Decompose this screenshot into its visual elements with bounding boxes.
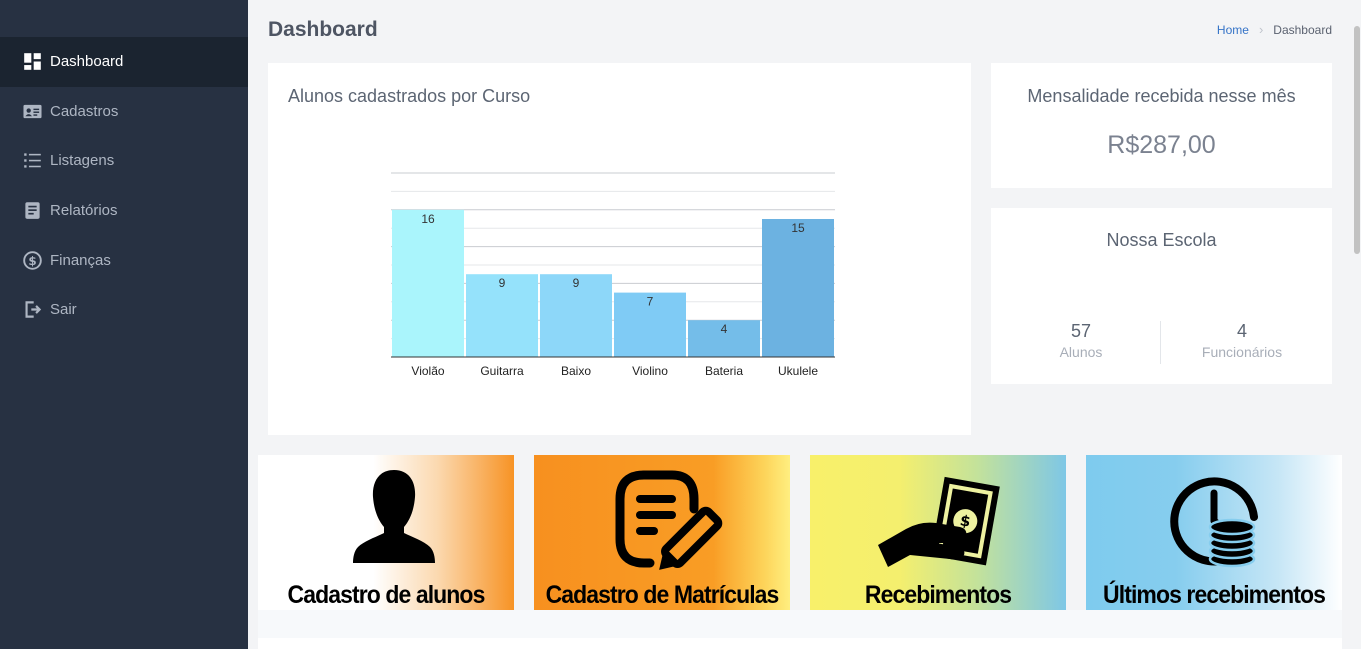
sign-out-icon [23, 300, 42, 319]
x-tick-label: Baixo [561, 364, 591, 378]
hand-money-icon: $ [878, 476, 1000, 567]
sidebar-item-label: Sair [50, 301, 77, 319]
tile-ultimos-recebimentos[interactable]: Últimos recebimentos [1086, 455, 1342, 610]
funcionarios-label: Funcionários [1201, 344, 1283, 360]
person-silhouette-icon [353, 470, 435, 563]
breadcrumb-home-link[interactable]: Home [1217, 23, 1249, 37]
mensalidade-card: Mensalidade recebida nesse mês R$287,00 [991, 63, 1332, 188]
x-tick-label: Bateria [705, 364, 743, 378]
stat-alunos: 57 Alunos [996, 321, 1166, 360]
x-tick-label: Guitarra [480, 364, 524, 378]
tile-label: Últimos recebimentos [1103, 581, 1326, 609]
tile-recebimentos[interactable]: $ Recebimentos [810, 455, 1066, 610]
x-tick-label: Violino [632, 364, 668, 378]
report-icon [23, 201, 42, 220]
sidebar-item-financas[interactable]: $ Finanças [0, 235, 248, 285]
scrollbar-thumb[interactable] [1354, 26, 1360, 254]
x-tick-label: Ukulele [778, 364, 818, 378]
breadcrumb: Home › Dashboard [1217, 22, 1332, 37]
id-card-icon [23, 102, 42, 121]
sidebar-nav: Dashboard Cadastros Listagens Relatórios… [0, 37, 248, 335]
escola-card: Nossa Escola 57 Alunos 4 Funcionários [991, 208, 1332, 384]
breadcrumb-current: Dashboard [1273, 22, 1332, 37]
data-label: 15 [791, 221, 805, 235]
chart-card: Alunos cadastrados por Curso 16 Violão 9 Gu… [268, 63, 971, 435]
funcionarios-count: 4 [1236, 321, 1247, 341]
sidebar-item-listagens[interactable]: Listagens [0, 136, 248, 186]
alunos-count: 57 [1070, 321, 1092, 341]
sidebar-item-sair[interactable]: Sair [0, 285, 248, 335]
data-label: 9 [573, 276, 580, 290]
tile-cadastro-matriculas[interactable]: Cadastro de Matrículas [534, 455, 790, 610]
mensalidade-value: R$287,00 [1107, 131, 1216, 159]
data-label: 16 [421, 212, 435, 226]
sidebar-item-relatorios[interactable]: Relatórios [0, 186, 248, 236]
x-tick-label: Violão [411, 364, 444, 378]
sidebar: Dashboard Cadastros Listagens Relatórios… [0, 0, 248, 649]
sidebar-item-label: Relatórios [50, 202, 118, 220]
stat-funcionarios: 4 Funcionários [1157, 321, 1327, 360]
tile-label: Cadastro de alunos [287, 581, 486, 609]
data-label: 7 [647, 295, 654, 309]
data-label: 9 [499, 276, 506, 290]
sidebar-item-dashboard[interactable]: Dashboard [0, 37, 248, 87]
sidebar-item-label: Cadastros [50, 102, 119, 120]
sidebar-item-cadastros[interactable]: Cadastros [0, 87, 248, 137]
bar [392, 209, 464, 357]
mensalidade-title: Mensalidade recebida nesse mês [1027, 86, 1296, 106]
alunos-label: Alunos [1059, 344, 1103, 360]
list-icon [23, 151, 42, 170]
tile-cadastro-alunos[interactable]: Cadastro de alunos [258, 455, 514, 610]
tile-label: Cadastro de Matrículas [545, 581, 780, 609]
bar-chart: 16 Violão 9 Guitarra 9 Baixo 7 Violino 4 Bateria 1… [391, 172, 835, 378]
chevron-right-icon: › [1258, 22, 1264, 37]
tile-label: Recebimentos [864, 581, 1012, 609]
escola-title: Nossa Escola [1106, 230, 1217, 250]
sidebar-item-label: Listagens [50, 152, 115, 170]
bar [762, 219, 834, 357]
page-title: Dashboard [268, 18, 378, 41]
data-label: 4 [721, 322, 728, 336]
bottom-card [258, 638, 1342, 649]
clock-coins-icon [1170, 477, 1258, 568]
document-edit-icon [615, 470, 723, 570]
dashboard-icon [23, 52, 42, 71]
dollar-circle-icon: $ [23, 250, 42, 270]
sidebar-item-label: Finanças [50, 251, 111, 269]
svg-text:$: $ [28, 254, 36, 268]
content-spacer [258, 610, 1342, 638]
sidebar-item-label: Dashboard [50, 53, 124, 71]
